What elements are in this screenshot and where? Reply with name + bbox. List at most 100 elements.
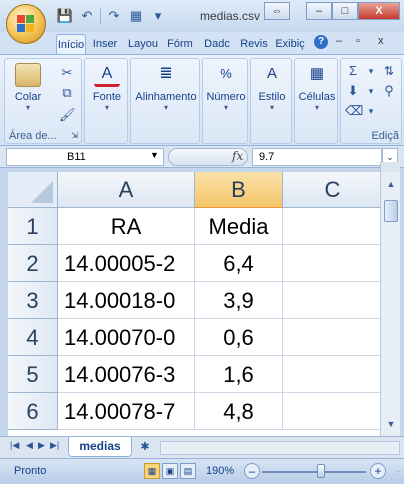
cell-b1[interactable]: Media — [195, 208, 283, 245]
restore-button[interactable]: □ — [332, 2, 358, 20]
tab-inicio[interactable]: Início — [56, 34, 86, 54]
horizontal-scrollbar[interactable] — [160, 441, 400, 455]
page-break-view-icon[interactable]: ▤ — [180, 463, 196, 479]
cell-c2[interactable] — [283, 245, 380, 282]
scroll-up-icon[interactable]: ▲ — [383, 176, 399, 192]
save-icon[interactable]: 💾 — [56, 7, 74, 25]
style-button[interactable]: A Estilo ▾ — [253, 63, 291, 112]
form-icon[interactable]: ▦ — [127, 7, 145, 25]
page-layout-view-icon[interactable]: ▣ — [162, 463, 178, 479]
vertical-scrollbar[interactable]: ▲ ▼ — [380, 172, 400, 436]
next-sheet-icon[interactable]: ▶ — [38, 440, 45, 451]
row-header[interactable]: 4 — [8, 319, 58, 356]
tab-formulas[interactable]: Fórm — [162, 34, 198, 54]
sheet-tab-medias[interactable]: medias — [68, 437, 132, 457]
format-painter-icon[interactable]: 🖌 — [59, 107, 76, 123]
copy-icon[interactable]: ⧉ — [59, 85, 75, 101]
clear-icon[interactable]: ⌫ — [345, 103, 363, 119]
cell-a2[interactable]: 14.00005-2 — [58, 245, 195, 282]
cut-icon[interactable]: ✂ — [59, 65, 75, 81]
resize-grip-icon[interactable]: ⋰ — [390, 470, 400, 481]
cell-b6[interactable]: 4,8 — [195, 393, 283, 430]
formula-input[interactable]: 9.7 — [252, 148, 382, 166]
tab-revisao[interactable]: Revis — [236, 34, 272, 54]
align-icon: ≣ — [159, 65, 173, 82]
row-header[interactable]: 1 — [8, 208, 58, 245]
split-box[interactable] — [380, 162, 400, 172]
zoom-out-icon[interactable]: – — [244, 463, 260, 479]
chevron-down-icon[interactable]: ▼ — [150, 150, 159, 160]
style-label: Estilo — [258, 91, 286, 103]
ribbon: Colar ▾ ✂ ⧉ 🖌 Área de... ⇲ A Fonte ▾ ≣ A… — [0, 54, 404, 146]
name-box[interactable]: B11 — [6, 148, 164, 166]
select-all-button[interactable] — [8, 172, 58, 208]
chevron-down-icon[interactable]: ▾ — [363, 63, 379, 79]
row-header[interactable]: 2 — [8, 245, 58, 282]
find-icon[interactable]: ⚲ — [381, 83, 397, 99]
row-header[interactable]: 5 — [8, 356, 58, 393]
undo-icon[interactable]: ↶ — [78, 7, 96, 25]
cell-b5[interactable]: 1,6 — [195, 356, 283, 393]
cell-b2[interactable]: 6,4 — [195, 245, 283, 282]
zoom-slider-thumb[interactable] — [317, 464, 326, 478]
cells-group: ▦ Células ▾ — [294, 58, 338, 144]
column-header-a[interactable]: A — [58, 172, 195, 208]
cell-a6[interactable]: 14.00078-7 — [58, 393, 195, 430]
office-button[interactable] — [6, 4, 46, 44]
tab-dados[interactable]: Dadc — [200, 34, 234, 54]
insert-function-icon[interactable]: fx — [232, 149, 243, 163]
customize-qat-icon[interactable]: ▾ — [149, 7, 167, 25]
paste-button[interactable]: Colar ▾ — [13, 63, 43, 112]
office-logo-icon — [17, 15, 35, 33]
separator — [100, 8, 101, 24]
number-button[interactable]: % Número ▾ — [205, 63, 247, 112]
zoom-level[interactable]: 190% — [206, 465, 234, 477]
minimize-button[interactable]: – — [306, 2, 332, 20]
last-sheet-icon[interactable]: ▶| — [50, 440, 59, 451]
dialog-launcher-icon[interactable]: ⇲ — [71, 131, 78, 140]
cells-button[interactable]: ▦ Células ▾ — [297, 63, 337, 112]
sort-icon[interactable]: ⇅ — [381, 63, 397, 79]
row-header[interactable]: 6 — [8, 393, 58, 430]
scroll-thumb[interactable] — [384, 200, 398, 222]
resize-arrows-button[interactable]: ⇔ — [264, 2, 290, 20]
zoom-slider-track[interactable] — [262, 471, 366, 473]
first-sheet-icon[interactable]: |◀ — [10, 440, 19, 451]
cell-c6[interactable] — [283, 393, 380, 430]
alignment-button[interactable]: ≣ Alinhamento ▾ — [133, 63, 199, 112]
tab-inserir[interactable]: Inser — [88, 34, 122, 54]
tab-exibicao[interactable]: Exibiç — [272, 34, 308, 54]
chevron-down-icon: ▾ — [269, 103, 274, 112]
fill-icon[interactable]: ⬇ — [345, 83, 361, 99]
cell-a3[interactable]: 14.00018-0 — [58, 282, 195, 319]
column-header-b[interactable]: B — [195, 172, 283, 208]
cell-a1[interactable]: RA — [58, 208, 195, 245]
font-button[interactable]: A Fonte ▾ — [89, 63, 125, 112]
cell-c4[interactable] — [283, 319, 380, 356]
cell-b3[interactable]: 3,9 — [195, 282, 283, 319]
autosum-icon[interactable]: Σ — [345, 63, 361, 79]
scroll-down-icon[interactable]: ▼ — [383, 416, 399, 432]
tab-layout[interactable]: Layou — [124, 34, 162, 54]
editing-group: Σ ▾ ⇅ ⬇ ▾ ⚲ ⌫ ▾ Ediçã — [340, 58, 402, 144]
normal-view-icon[interactable]: ▦ — [144, 463, 160, 479]
column-header-c[interactable]: C — [283, 172, 380, 208]
chevron-down-icon[interactable]: ▾ — [363, 103, 379, 119]
close-button[interactable]: X — [358, 2, 400, 20]
insert-sheet-icon[interactable]: ✱ — [136, 440, 154, 454]
ribbon-restore-icon[interactable]: ▫ — [356, 35, 360, 47]
cell-b4[interactable]: 0,6 — [195, 319, 283, 356]
cell-c1[interactable] — [283, 208, 380, 245]
cell-a4[interactable]: 14.00070-0 — [58, 319, 195, 356]
ribbon-close-icon[interactable]: x — [378, 35, 384, 47]
ribbon-minimize-icon[interactable]: – — [336, 35, 342, 47]
zoom-in-icon[interactable]: + — [370, 463, 386, 479]
cell-c3[interactable] — [283, 282, 380, 319]
cell-c5[interactable] — [283, 356, 380, 393]
chevron-down-icon[interactable]: ▾ — [363, 83, 379, 99]
help-icon[interactable]: ? — [314, 35, 328, 49]
prev-sheet-icon[interactable]: ◀ — [26, 440, 33, 451]
redo-icon[interactable]: ↷ — [105, 7, 123, 25]
cell-a5[interactable]: 14.00076-3 — [58, 356, 195, 393]
row-header[interactable]: 3 — [8, 282, 58, 319]
